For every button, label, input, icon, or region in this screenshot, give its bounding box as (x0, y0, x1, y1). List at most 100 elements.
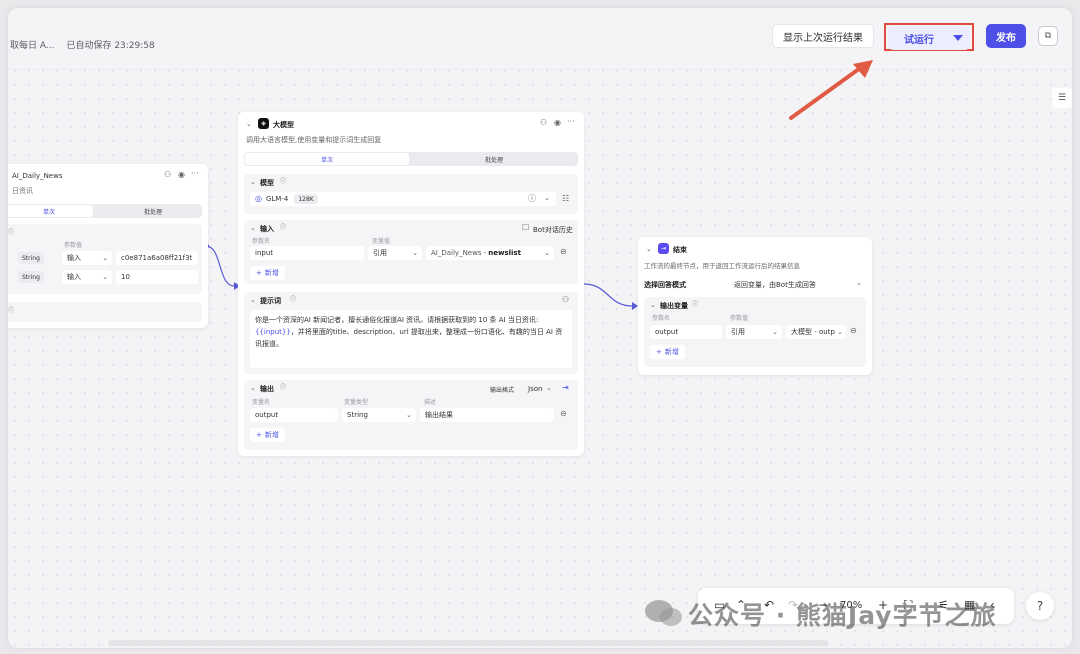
end-var-ref-value: 引用 (731, 328, 745, 336)
bot-history-label: Bot对话历史 (533, 226, 573, 234)
tab-single[interactable]: 单次 (8, 205, 93, 217)
output-section-label: 输出 (260, 385, 274, 393)
param-value-input[interactable]: 10 (116, 270, 198, 284)
model-section: ⌄ 模型 ⓘ ◎ GLM-4 128K ⓘ ⌄ ☷ (244, 174, 578, 214)
chevron-down-icon: ⌄ (544, 249, 550, 257)
remove-icon[interactable]: ⊖ (850, 327, 857, 335)
plus-icon: + (656, 348, 662, 356)
model-brand-icon: ◎ (255, 194, 262, 203)
input-source-var: newslist (488, 249, 521, 257)
llm-node-icon: ◈ (258, 118, 269, 129)
prompt-text-part1: 你是一个资深的AI 新闻记者，擅长通俗化报道AI 资讯。请根据获取到的 10 条… (255, 316, 539, 324)
debug-icon[interactable]: ⚇ (540, 119, 547, 127)
settings-sliders-icon[interactable]: ☷ (562, 195, 569, 203)
context-tag: 128K (294, 194, 318, 204)
info-icon: ⓘ (692, 301, 699, 308)
llm-mode-tabs: 单次 批处理 (244, 152, 578, 166)
section-chevron-icon[interactable]: ⌄ (250, 178, 256, 186)
input-section-label: 输入 (260, 225, 274, 233)
prompt-text-part2: ，并将里面的title、description、url 提取出来，整理成一份口语… (255, 328, 563, 348)
type-tag: String (18, 271, 44, 283)
input-section: ⌄ 输入 ⓘ ☐ Bot对话历史 参数名 变量值 input 引用 ⌄ AI_D… (244, 220, 578, 284)
remove-icon[interactable]: ⊖ (560, 248, 567, 256)
info-icon[interactable]: ⓘ (528, 195, 536, 203)
prompt-library-icon[interactable]: ⚇ (562, 296, 569, 304)
start-node-mode-tabs: 单次 批处理 (8, 204, 202, 218)
chevron-down-icon: ⌄ (102, 273, 108, 281)
input-ref-value: 引用 (373, 249, 387, 257)
output-vars-label: 输出变量 (660, 302, 688, 310)
llm-node-desc: 调用大语言模型,使用变量和提示词生成回复 (246, 136, 382, 144)
end-var-ref-select[interactable]: 引用 ⌄ (726, 325, 782, 339)
collapse-chevron-icon[interactable]: ⌄ (246, 120, 252, 128)
chevron-down-icon: ⌄ (772, 328, 778, 336)
output-desc-field[interactable]: 输出结果 (420, 408, 554, 422)
chevron-down-icon: ⌄ (856, 279, 862, 287)
input-name-field[interactable]: input (250, 246, 364, 260)
start-node-desc: 日资讯 (12, 187, 33, 195)
source-select[interactable]: 输入 ⌄ (62, 270, 112, 284)
collapse-chevron-icon[interactable]: ⌄ (646, 245, 652, 253)
section-chevron-icon[interactable]: ⌄ (250, 384, 256, 392)
prompt-variable: {{input}} (255, 328, 291, 336)
watermark-text: 公众号 · 熊猫Jay字节之旅 (688, 601, 997, 630)
param-name-label: 参数名 (252, 238, 271, 245)
remove-icon[interactable]: ⊖ (560, 410, 567, 418)
workflow-editor: 取每日 A... 已自动保存 23:29:58 显示上次运行结果 试运行 发布 … (8, 8, 1072, 648)
end-node[interactable]: ⌄ ⇥ 结束 工作流的最终节点，用于返回工作流运行后的结果信息 选择回答模式 返… (638, 237, 872, 375)
horizontal-scrollbar[interactable] (108, 640, 828, 646)
add-end-var-button[interactable]: + 新增 (650, 345, 685, 359)
param-value-input[interactable]: c0e871a6a08ff21f3t (116, 251, 198, 265)
end-node-title: 结束 (673, 246, 687, 254)
prompt-textarea[interactable]: 你是一个资深的AI 新闻记者，擅长通俗化报道AI 资讯。请根据获取到的 10 条… (250, 310, 572, 368)
chevron-down-icon: ⌄ (412, 249, 418, 257)
output-name-field[interactable]: output (250, 408, 338, 422)
llm-node[interactable]: ⌄ ◈ 大模型 ⚇ ◉ ··· 调用大语言模型,使用变量和提示词生成回复 单次 … (238, 112, 584, 456)
start-params-section: 参数值 ⓘ String 输入 ⌄ c0e871a6a08ff21f3t Str… (8, 224, 202, 294)
output-type-select[interactable]: String ⌄ (342, 408, 416, 422)
chevron-down-icon: ⌄ (544, 194, 550, 202)
tab-batch[interactable]: 批处理 (104, 205, 202, 217)
start-node[interactable]: AI_Daily_News ⚇ ◉ ··· 日资讯 单次 批处理 参数值 ⓘ S… (8, 164, 208, 328)
input-ref-select[interactable]: 引用 ⌄ (368, 246, 422, 260)
chevron-down-icon: ⌄ (102, 254, 108, 262)
section-chevron-icon[interactable]: ⌄ (250, 296, 256, 304)
end-node-icon: ⇥ (658, 243, 669, 254)
answer-mode-label: 选择回答模式 (644, 281, 686, 289)
param-value-label: 参数值 (730, 315, 749, 322)
wechat-logo-icon (645, 600, 682, 626)
add-output-button[interactable]: + 新增 (250, 428, 285, 442)
desc-label: 描述 (424, 399, 437, 406)
help-icon[interactable]: ? (1026, 592, 1054, 620)
info-icon: ⓘ (8, 307, 15, 314)
output-format-select[interactable]: Json (528, 385, 542, 393)
tab-batch[interactable]: 批处理 (412, 153, 576, 165)
end-output-section: ⌄ 输出变量 ⓘ 参数名 参数值 output 引用 ⌄ 大模型 - outp … (644, 297, 866, 367)
input-source-select[interactable]: AI_Daily_News - newslist ⌄ (426, 246, 554, 260)
run-icon[interactable]: ◉ (178, 171, 185, 179)
type-tag: String (18, 252, 44, 264)
chevron-down-icon: ⌄ (406, 411, 412, 419)
debug-icon[interactable]: ⚇ (164, 171, 171, 179)
output-type-value: String (347, 411, 368, 419)
var-type-label: 变量类型 (344, 399, 369, 406)
answer-mode-select[interactable]: 返回变量，由Bot生成回答 (734, 280, 816, 290)
source-select-value: 输入 (67, 254, 81, 262)
source-select[interactable]: 输入 ⌄ (62, 251, 112, 265)
end-var-source-select[interactable]: 大模型 - outp ⌄ (786, 325, 846, 339)
section-chevron-icon[interactable]: ⌄ (650, 301, 656, 309)
import-icon[interactable]: ⇥ (562, 384, 569, 392)
more-icon[interactable]: ··· (191, 170, 199, 178)
model-select[interactable]: ◎ GLM-4 128K ⓘ ⌄ (250, 192, 556, 206)
chevron-down-icon: ⌄ (837, 328, 843, 336)
end-var-name-field[interactable]: output (650, 325, 722, 339)
var-name-label: 变量名 (252, 399, 271, 406)
run-icon[interactable]: ◉ (554, 119, 561, 127)
more-icon[interactable]: ··· (567, 118, 575, 126)
add-input-button[interactable]: + 新增 (250, 266, 285, 280)
tab-single[interactable]: 单次 (245, 153, 409, 165)
section-chevron-icon[interactable]: ⌄ (250, 224, 256, 232)
source-select-value: 输入 (67, 273, 81, 281)
bot-history-checkbox[interactable]: ☐ (522, 224, 529, 232)
plus-icon: + (256, 269, 262, 277)
